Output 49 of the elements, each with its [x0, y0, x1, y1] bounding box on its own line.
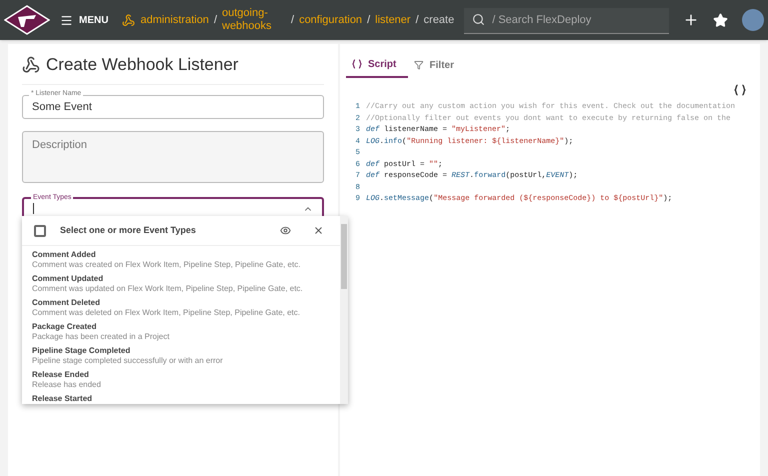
breadcrumb-link[interactable]: administration: [140, 12, 209, 28]
page-title: Create Webhook Listener: [46, 54, 238, 76]
option-description: Release has ended: [32, 380, 102, 390]
webhook-icon: [22, 56, 40, 74]
search-field[interactable]: / Search FlexDeploy: [464, 8, 670, 34]
option-description: Comment was updated on Flex Work Item, Pipeline Step, Pipeline Gate, etc.: [32, 284, 304, 294]
option-title: Release Ended: [32, 370, 90, 380]
event-type-option[interactable]: Comment Deleted Comment was deleted on Flex Work Item, Pipeline Step, Pipeline Gate, etc.: [32, 298, 330, 318]
breadcrumb-separator: /: [291, 12, 294, 28]
option-description: Comment was deleted on Flex Work Item, Pipeline Step, Pipeline Gate, etc.: [32, 308, 301, 318]
option-title: Comment Deleted: [32, 298, 102, 308]
logo-icon[interactable]: [4, 5, 50, 35]
option-description: Package has been created in a Project: [32, 332, 170, 342]
select-all-label: Select one or more Event Types: [60, 224, 196, 237]
scrollbar[interactable]: [340, 216, 348, 404]
option-title: Comment Added: [32, 250, 97, 260]
tab[interactable]: Script: [346, 52, 408, 78]
filter-icon: [414, 60, 424, 70]
option-title: Comment Updated: [32, 274, 104, 284]
option-description: Comment was created on Flex Work Item, Pipeline Step, Pipeline Gate, etc.: [32, 260, 302, 270]
event-type-option[interactable]: Comment Updated Comment was updated on Flex Work Item, Pipeline Step, Pipeline Gate, etc.: [32, 274, 330, 294]
event-type-option[interactable]: Release Started: [32, 394, 330, 404]
breadcrumb-separator: /: [367, 12, 370, 28]
option-title: Package Created: [32, 322, 98, 332]
menu-icon: [60, 14, 73, 26]
option-title: Pipeline Stage Completed: [32, 346, 132, 356]
event-type-option[interactable]: Comment Added Comment was created on Flex Work Item, Pipeline Step, Pipeline Gate, etc.: [32, 250, 330, 270]
braces-icon[interactable]: [734, 84, 746, 96]
webhook-icon: [122, 14, 136, 26]
breadcrumb-link[interactable]: outgoing-webhooks: [222, 7, 286, 33]
event-type-option[interactable]: Pipeline Stage Completed Pipeline stage completed successfully or with an error: [32, 346, 330, 366]
avatar[interactable]: [742, 9, 764, 31]
event-type-option[interactable]: Release Ended Release has ended: [32, 370, 330, 390]
menu-button[interactable]: MENU: [60, 12, 108, 28]
search-icon: [472, 13, 486, 26]
event-type-option[interactable]: Package Created Package has been created in a Project: [32, 322, 330, 342]
breadcrumb-separator: /: [416, 12, 419, 28]
option-description: Pipeline stage completed successfully or with an error: [32, 356, 224, 366]
description-field[interactable]: Description: [22, 130, 324, 182]
close-icon[interactable]: [313, 225, 324, 236]
tab[interactable]: Filter: [408, 52, 460, 78]
listener-name-field[interactable]: Some Event: [22, 94, 324, 118]
breadcrumb-link[interactable]: listener: [375, 12, 411, 28]
eye-icon[interactable]: [280, 225, 291, 236]
braces-icon: [352, 59, 362, 69]
star-icon[interactable]: [713, 12, 728, 28]
breadcrumb-link[interactable]: configuration: [299, 12, 362, 28]
checkbox[interactable]: [34, 224, 46, 236]
breadcrumb-separator: /: [214, 12, 217, 28]
